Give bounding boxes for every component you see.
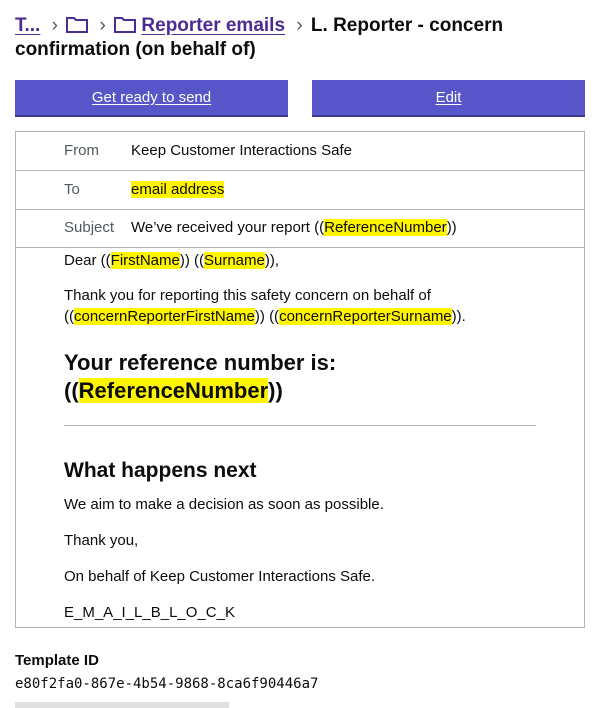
subject-row: Subject We’ve received your report ((Ref… bbox=[16, 209, 584, 248]
thanks-suffix: )). bbox=[451, 308, 466, 325]
to-row: To email address bbox=[16, 171, 584, 210]
decision-text: We aim to make a decision as soon as pos… bbox=[64, 496, 384, 513]
thanks-text: Thank you for reporting this safety conc… bbox=[64, 287, 431, 304]
reporter-firstname-placeholder: concernReporterFirstName bbox=[74, 308, 255, 325]
behalf-text: On behalf of Keep Customer Interactions … bbox=[64, 568, 376, 585]
copy-button-partial[interactable] bbox=[15, 702, 229, 708]
thanks-open: (( bbox=[64, 308, 74, 325]
breadcrumb: T... › › Reporter emails › L. Reporter -… bbox=[15, 14, 595, 62]
thanks-paragraph: Thank you for reporting this safety conc… bbox=[64, 285, 536, 327]
surname-placeholder: Surname bbox=[204, 252, 265, 269]
to-value: email address bbox=[131, 171, 225, 209]
reporter-surname-placeholder: concernReporterSurname bbox=[279, 308, 452, 325]
chevron-right-icon: › bbox=[99, 15, 106, 36]
template-id-value: e80f2fa0-867e-4b54-9868-8ca6f90446a7 bbox=[15, 676, 319, 692]
firstname-placeholder: FirstName bbox=[110, 252, 180, 269]
edit-button[interactable]: Edit bbox=[312, 80, 585, 115]
subject-value: We’ve received your report ((ReferenceNu… bbox=[131, 209, 457, 247]
folder-icon[interactable] bbox=[66, 15, 93, 36]
thank-you-text: Thank you, bbox=[64, 532, 139, 549]
reference-placeholder: ReferenceNumber bbox=[78, 378, 269, 403]
folder-icon bbox=[114, 15, 141, 36]
from-label: From bbox=[64, 142, 99, 159]
breadcrumb-folder-link[interactable]: Reporter emails bbox=[141, 15, 285, 36]
to-label: To bbox=[64, 181, 80, 198]
greeting: Dear ((FirstName)) ((Surname)), bbox=[64, 250, 536, 271]
from-row: From Keep Customer Interactions Safe bbox=[16, 132, 584, 171]
subject-suffix: )) bbox=[446, 219, 457, 236]
from-value: Keep Customer Interactions Safe bbox=[131, 142, 352, 159]
subject-placeholder: ReferenceNumber bbox=[324, 219, 447, 236]
greeting-prefix: Dear (( bbox=[64, 252, 111, 269]
greeting-suffix: )), bbox=[264, 252, 280, 269]
reference-heading: Your reference number is: ((ReferenceNum… bbox=[64, 349, 536, 405]
email-preview: From Keep Customer Interactions Safe To … bbox=[15, 131, 585, 628]
thanks-mid: )) (( bbox=[254, 308, 280, 325]
next-heading: What happens next bbox=[64, 459, 257, 482]
to-placeholder: email address bbox=[131, 181, 225, 198]
breadcrumb-root-link[interactable]: T... bbox=[15, 15, 40, 36]
get-ready-to-send-button[interactable]: Get ready to send bbox=[15, 80, 288, 115]
subject-label: Subject bbox=[64, 219, 115, 236]
divider bbox=[64, 425, 536, 426]
email-block: E_M_A_I_L_B_L_O_C_K bbox=[64, 604, 235, 621]
subject-prefix: We’ve received your report (( bbox=[131, 219, 325, 236]
email-body: Dear ((FirstName)) ((Surname)), Thank yo… bbox=[64, 250, 536, 623]
reference-suffix: )) bbox=[268, 378, 283, 403]
chevron-right-icon: › bbox=[51, 15, 58, 36]
chevron-right-icon: › bbox=[296, 15, 303, 36]
template-id-label: Template ID bbox=[15, 652, 99, 669]
greeting-mid: )) (( bbox=[179, 252, 204, 269]
